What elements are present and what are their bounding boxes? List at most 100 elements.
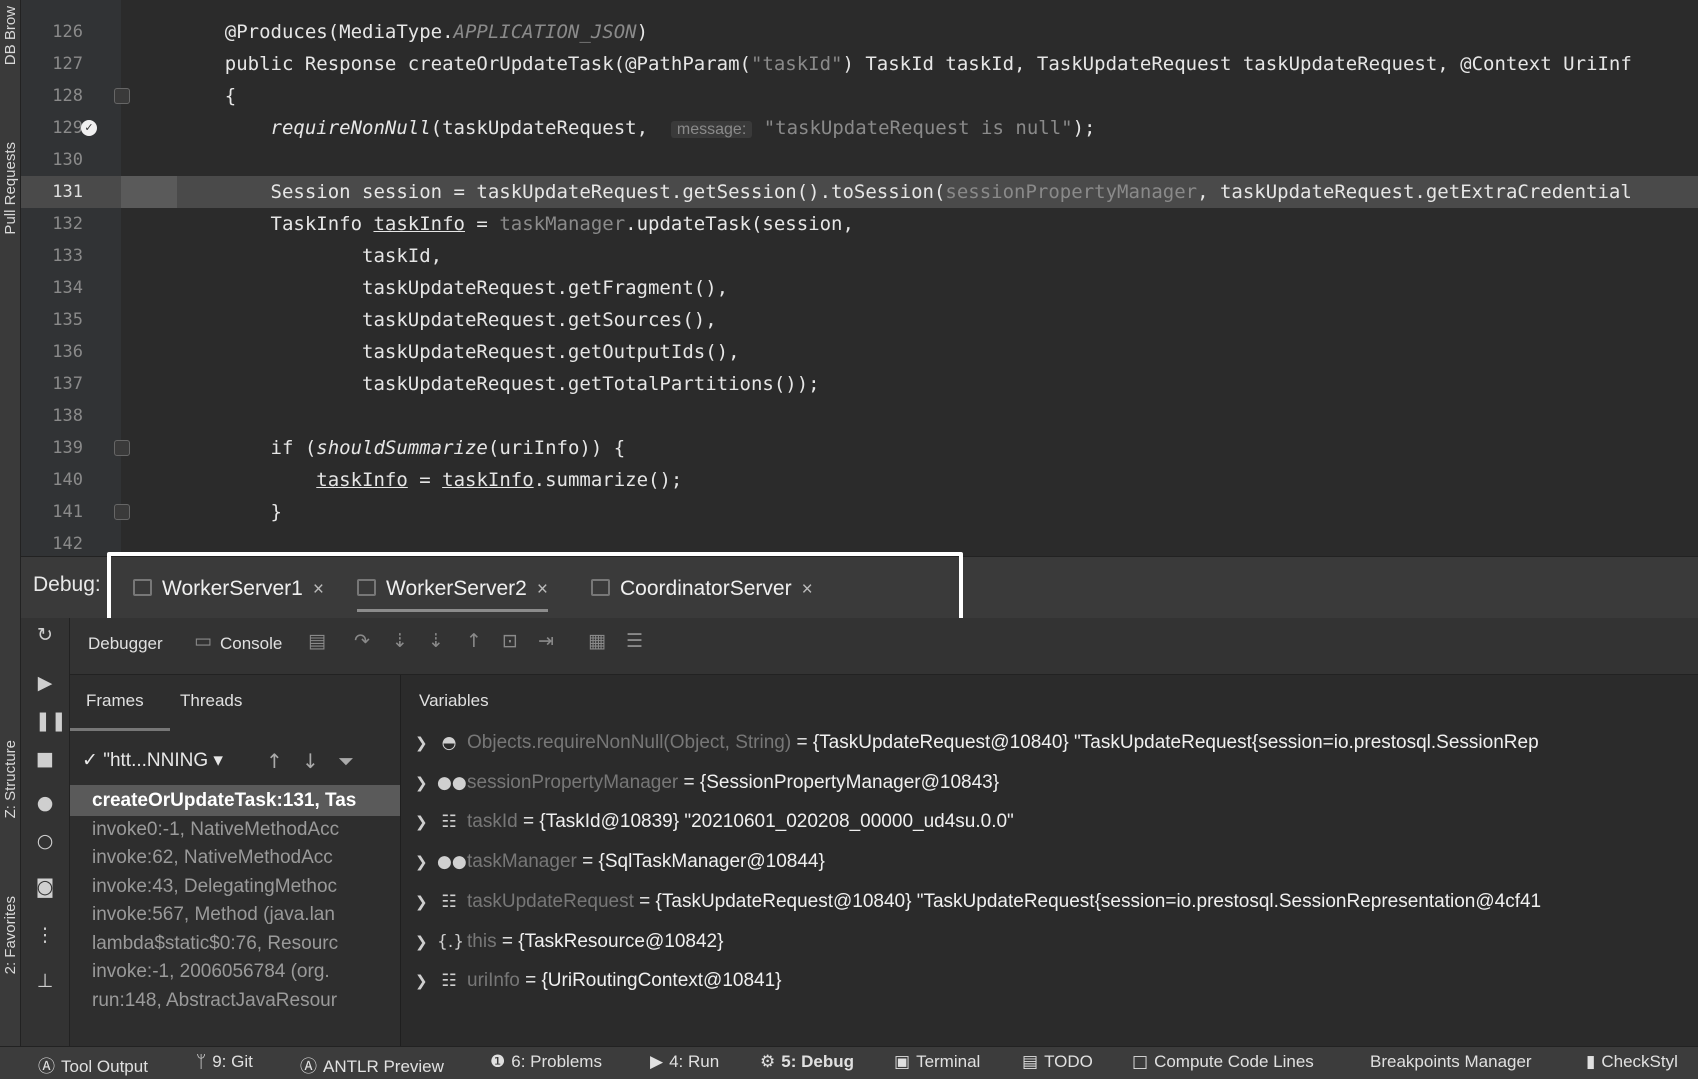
terminal-button[interactable]: ▣ Terminal	[894, 1052, 980, 1072]
chevron-right-icon[interactable]: ❯	[415, 924, 428, 960]
side-tab-pull-requests[interactable]: Pull Requests	[2, 142, 19, 235]
tool-output-button[interactable]: Ⓐ Tool Output	[38, 1052, 148, 1077]
side-tab-structure[interactable]: Z: Structure	[2, 740, 19, 818]
camera-icon[interactable]: ◙	[35, 876, 55, 898]
arrow-down-icon[interactable]: ↓	[302, 749, 319, 773]
chevron-right-icon[interactable]: ❯	[415, 804, 428, 840]
variable-row[interactable]: ❯ ☷ taskId = {TaskId@10839} "20210601_0202…	[401, 804, 1698, 840]
pin-icon[interactable]: ⊥	[35, 970, 55, 992]
fold-icon[interactable]	[114, 504, 130, 520]
thread-selector[interactable]: ✓ "htt...NNING ▾	[82, 749, 223, 772]
chevron-right-icon[interactable]: ❯	[415, 844, 428, 880]
step-over-icon[interactable]: ↷	[354, 630, 370, 652]
line-number[interactable]: 138	[21, 400, 83, 432]
code-line[interactable]: 128 {	[21, 80, 1698, 112]
code-editor[interactable]: 126 @Produces(MediaType.APPLICATION_JSON…	[21, 0, 1698, 556]
line-number[interactable]: 128	[21, 80, 83, 112]
line-number[interactable]: 129	[21, 112, 83, 144]
code-line[interactable]: 137 taskUpdateRequest.getTotalPartitions…	[21, 368, 1698, 400]
step-out-icon[interactable]: ↑	[466, 630, 482, 652]
frame-item[interactable]: lambda$static$0:76, Resourc	[70, 928, 400, 959]
todo-button[interactable]: ▤ TODO	[1022, 1052, 1093, 1072]
code-line[interactable]: 140 taskInfo = taskInfo.summarize();	[21, 464, 1698, 496]
arrow-up-icon[interactable]: ↑	[266, 749, 283, 773]
chevron-right-icon[interactable]: ❯	[415, 963, 428, 999]
fold-icon[interactable]	[114, 88, 130, 104]
evaluate-icon[interactable]: ▦	[588, 630, 606, 652]
line-number[interactable]: 130	[21, 144, 83, 176]
line-number[interactable]: 133	[21, 240, 83, 272]
line-number[interactable]: 139	[21, 432, 83, 464]
code-line[interactable]: 129 ✓ requireNonNull(taskUpdateRequest, m…	[21, 112, 1698, 144]
tab-console[interactable]: Console	[220, 634, 282, 654]
layout-icon[interactable]: ▤	[308, 630, 326, 652]
breakpoint-icon[interactable]: ✓	[81, 120, 97, 136]
tab-threads[interactable]: Threads	[180, 691, 242, 711]
variable-row[interactable]: ❯ {.} this = {TaskResource@10842}	[401, 924, 1698, 960]
frame-item[interactable]: createOrUpdateTask:131, Tas	[70, 785, 400, 816]
variable-row[interactable]: ❯ ☷ uriInfo = {UriRoutingContext@10841}	[401, 963, 1698, 999]
code-line[interactable]: 131 Session session = taskUpdateRequest.…	[21, 176, 1698, 208]
line-number[interactable]: 140	[21, 464, 83, 496]
code-line[interactable]: 139 if (shouldSummarize(uriInfo)) {	[21, 432, 1698, 464]
frame-item[interactable]: invoke0:-1, NativeMethodAcc	[70, 814, 400, 845]
mute-breakpoints-icon[interactable]: ○	[35, 830, 55, 852]
line-number[interactable]: 136	[21, 336, 83, 368]
problems-button[interactable]: ❶ 6: Problems	[490, 1052, 602, 1072]
antlr-preview-button[interactable]: Ⓐ ANTLR Preview	[300, 1052, 444, 1077]
code-line[interactable]: 135 taskUpdateRequest.getSources(),	[21, 304, 1698, 336]
line-number[interactable]: 142	[21, 528, 83, 556]
frame-item[interactable]: invoke:-1, 2006056784 (org.	[70, 956, 400, 987]
run-button[interactable]: ▶ 4: Run	[650, 1052, 719, 1072]
breakpoints-manager-button[interactable]: Breakpoints Manager	[1370, 1052, 1532, 1072]
chevron-right-icon[interactable]: ❯	[415, 725, 428, 761]
view-breakpoints-icon[interactable]: ●	[35, 792, 55, 814]
pause-icon[interactable]: ❚❚	[35, 710, 67, 732]
git-button[interactable]: ᛘ 9: Git	[196, 1052, 253, 1072]
stop-icon[interactable]: ■	[35, 748, 55, 770]
more-icon[interactable]: ⋮	[35, 924, 55, 946]
line-number[interactable]: 127	[21, 48, 83, 80]
line-number[interactable]: 141	[21, 496, 83, 528]
code-line[interactable]: 134 taskUpdateRequest.getFragment(),	[21, 272, 1698, 304]
step-into-icon[interactable]: ⇣	[392, 630, 408, 652]
line-number[interactable]: 134	[21, 272, 83, 304]
rerun-icon[interactable]: ↻	[35, 624, 55, 646]
code-line[interactable]: 133 taskId,	[21, 240, 1698, 272]
force-step-into-icon[interactable]: ⇣	[428, 630, 444, 652]
compute-code-lines-button[interactable]: □ Compute Code Lines	[1132, 1052, 1314, 1072]
fold-icon[interactable]	[114, 440, 130, 456]
code-line[interactable]: 130	[21, 144, 1698, 176]
code-line[interactable]: 132 TaskInfo taskInfo = taskManager.upda…	[21, 208, 1698, 240]
variable-row[interactable]: ❯ ☷ taskUpdateRequest = {TaskUpdateRequest…	[401, 884, 1698, 920]
run-to-cursor-icon[interactable]: ⇥	[538, 630, 554, 652]
code-line[interactable]: 126 @Produces(MediaType.APPLICATION_JSON…	[21, 16, 1698, 48]
side-tab-db-browser[interactable]: DB Brow	[2, 6, 19, 65]
frame-item[interactable]: invoke:43, DelegatingMethoc	[70, 871, 400, 902]
line-number[interactable]: 135	[21, 304, 83, 336]
code-line[interactable]: 138	[21, 400, 1698, 432]
tab-debugger[interactable]: Debugger	[88, 634, 163, 654]
chevron-right-icon[interactable]: ❯	[415, 765, 428, 801]
chevron-right-icon[interactable]: ❯	[415, 884, 428, 920]
checkstyle-button[interactable]: ▮ CheckStyl	[1586, 1052, 1678, 1072]
variable-row[interactable]: ❯ ◓ Objects.requireNonNull(Object, String)…	[401, 725, 1698, 761]
code-line[interactable]: 136 taskUpdateRequest.getOutputIds(),	[21, 336, 1698, 368]
line-number[interactable]: 137	[21, 368, 83, 400]
tab-frames[interactable]: Frames	[86, 691, 144, 711]
filter-icon[interactable]: ⏷	[338, 749, 354, 773]
drop-frame-icon[interactable]: ⊡	[502, 630, 518, 652]
resume-icon[interactable]: ▶	[35, 672, 55, 694]
variable-row[interactable]: ❯ ●● sessionPropertyManager = {SessionProp…	[401, 765, 1698, 801]
line-number[interactable]: 126	[21, 16, 83, 48]
variable-row[interactable]: ❯ ●● taskManager = {SqlTaskManager@10844}	[401, 844, 1698, 880]
frame-item[interactable]: invoke:62, NativeMethodAcc	[70, 842, 400, 873]
code-line[interactable]: 127 public Response createOrUpdateTask(@…	[21, 48, 1698, 80]
line-number[interactable]: 131	[21, 176, 83, 208]
frame-item[interactable]: run:148, AbstractJavaResour	[70, 985, 400, 1016]
code-line[interactable]: 141 }	[21, 496, 1698, 528]
debug-button[interactable]: ⚙ 5: Debug	[760, 1052, 854, 1072]
frame-item[interactable]: invoke:567, Method (java.lan	[70, 899, 400, 930]
trace-icon[interactable]: ☰	[626, 630, 643, 652]
side-tab-favorites[interactable]: 2: Favorites	[2, 896, 19, 974]
